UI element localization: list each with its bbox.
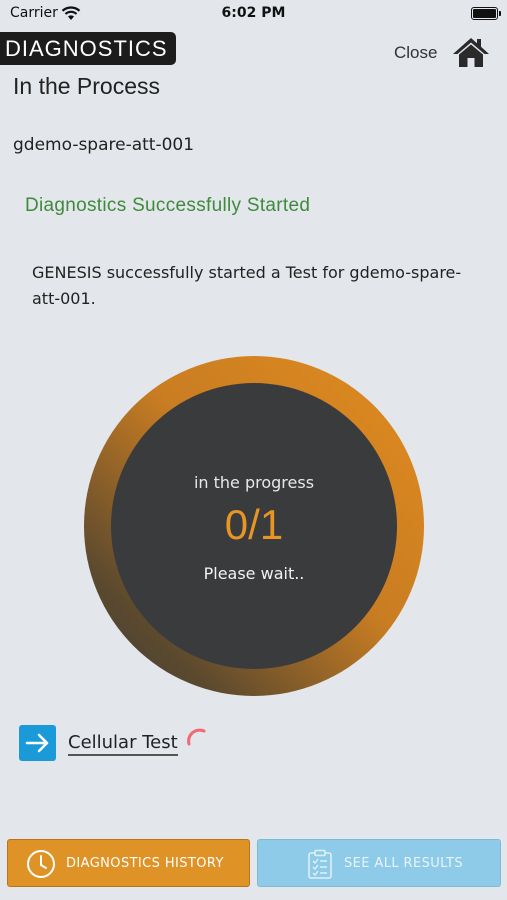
arrow-right-icon[interactable]	[19, 725, 56, 761]
diagnostics-history-label: DIAGNOSTICS HISTORY	[66, 856, 224, 871]
app-brand: DIAGNOSTICS	[0, 32, 176, 65]
progress-caption: in the progress	[193, 473, 315, 492]
page-title: In the Process	[13, 73, 161, 99]
progress-ring: in the progress 0/1 Please wait..	[83, 355, 425, 697]
test-name-cellular[interactable]: Cellular Test	[68, 732, 178, 756]
close-button[interactable]: Close	[394, 43, 437, 63]
device-id: gdemo-spare-att-001	[13, 135, 195, 155]
status-bar: Carrier 6:02 PM	[0, 0, 507, 28]
battery-tip	[499, 11, 501, 16]
see-all-results-button[interactable]: SEE ALL RESULTS	[257, 839, 501, 887]
progress-wait-text: Please wait..	[203, 564, 305, 583]
clipboard-icon	[308, 849, 332, 879]
clock-icon	[27, 850, 55, 878]
loading-spinner-icon	[187, 728, 206, 746]
progress-count: 0/1	[224, 501, 284, 548]
see-all-results-label: SEE ALL RESULTS	[344, 856, 463, 871]
diagnostics-history-button[interactable]: DIAGNOSTICS HISTORY	[7, 839, 250, 887]
battery-icon	[471, 7, 498, 20]
status-time: 6:02 PM	[221, 5, 286, 21]
status-message: GENESIS successfully started a Test for …	[32, 263, 462, 308]
home-icon[interactable]	[452, 36, 490, 68]
success-title: Diagnostics Successfully Started	[25, 195, 311, 216]
